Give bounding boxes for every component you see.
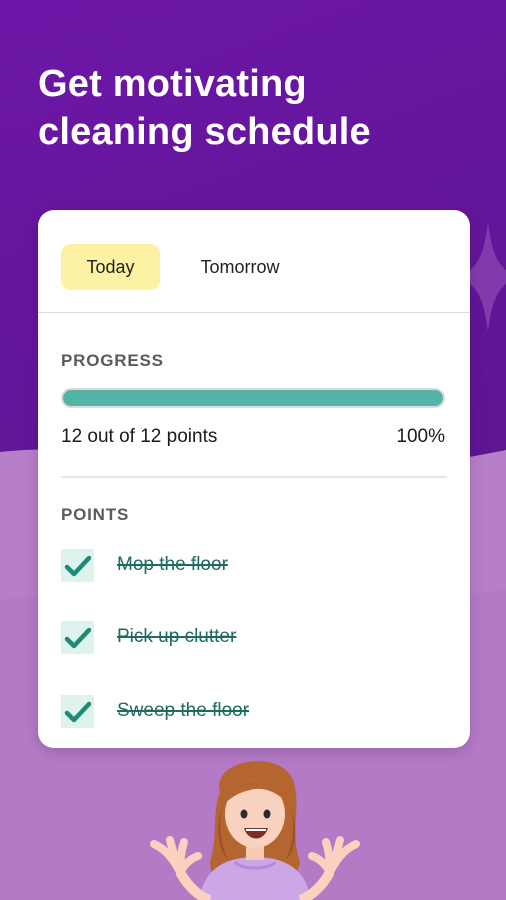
divider (61, 476, 447, 478)
check-icon (64, 555, 92, 577)
progress-summary: 12 out of 12 points (61, 426, 218, 447)
progress-heading: PROGRESS (61, 351, 164, 370)
tab-today[interactable]: Today (61, 244, 160, 290)
task-label: Sweep the floor (117, 700, 250, 721)
headline-line-2: cleaning schedule (38, 111, 371, 153)
woman-excited-illustration (150, 761, 360, 900)
points-heading: POINTS (61, 505, 130, 524)
task-checkbox[interactable] (61, 621, 94, 654)
task-checkbox[interactable] (61, 695, 94, 728)
headline-line-1: Get motivating (38, 63, 307, 105)
schedule-card: Today Tomorrow PROGRESS 12 out of 12 poi… (38, 210, 470, 748)
progress-bar (61, 388, 445, 408)
task-label: Pick up clutter (117, 626, 237, 647)
check-icon (64, 701, 92, 723)
progress-bar-fill (61, 388, 445, 408)
check-icon (64, 627, 92, 649)
task-label: Mop the floor (117, 554, 228, 575)
task-item-sweep-the-floor[interactable]: Sweep the floor (61, 694, 441, 730)
task-item-pick-up-clutter[interactable]: Pick up clutter (61, 620, 441, 656)
tab-tomorrow[interactable]: Tomorrow (186, 244, 294, 290)
day-tabs: Today Tomorrow (38, 210, 470, 313)
progress-percent: 100% (396, 426, 445, 447)
headline: Get motivating cleaning schedule (38, 60, 478, 156)
task-item-mop-the-floor[interactable]: Mop the floor (61, 548, 441, 584)
task-checkbox[interactable] (61, 549, 94, 582)
